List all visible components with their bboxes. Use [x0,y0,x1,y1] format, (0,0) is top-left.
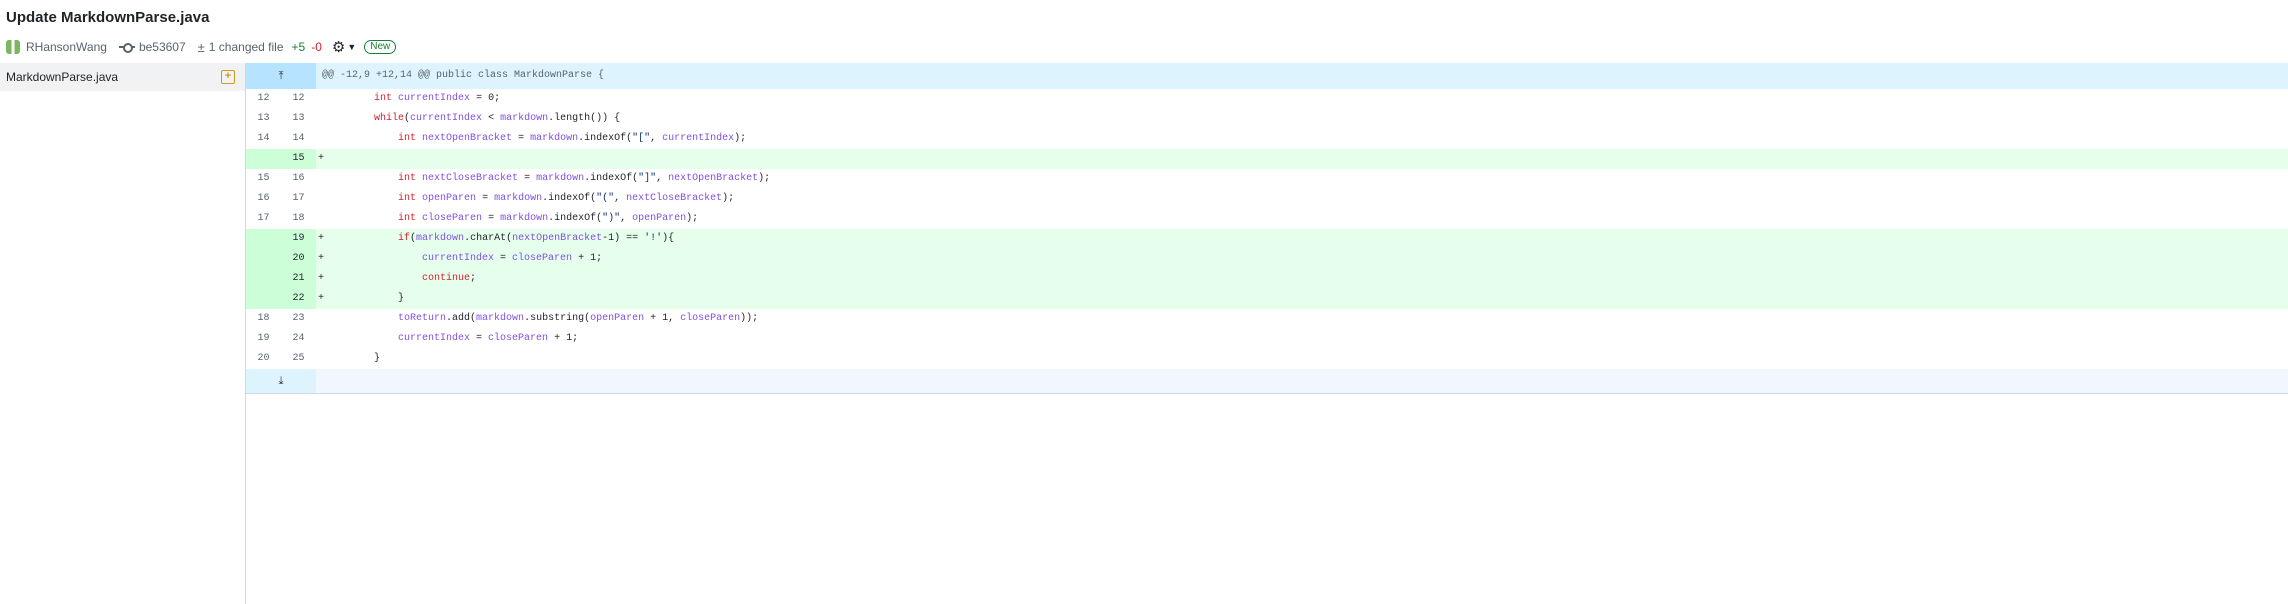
new-line-number[interactable]: 23 [281,309,316,329]
new-line-number[interactable]: 25 [281,349,316,369]
diff-marker [316,309,326,329]
diff-marker [316,349,326,369]
hunk-header: @@ -12,9 +12,14 @@ public class Markdown… [322,70,605,81]
diff-line-context: 13 13 while(currentIndex < markdown.lengt… [246,109,2288,129]
diff-view: ⤒ @@ -12,9 +12,14 @@ public class Markdo… [246,63,2288,394]
new-line-number[interactable]: 12 [281,89,316,109]
deletions-count: -0 [311,40,322,54]
additions-count: +5 [291,40,306,54]
chevron-down-icon[interactable]: ▼ [347,42,356,52]
hunk-header-row: ⤒ @@ -12,9 +12,14 @@ public class Markdo… [246,63,2288,89]
expand-down-icon[interactable]: ⤓ [246,369,316,393]
diff-marker [316,129,326,149]
old-line-number[interactable]: 17 [246,209,281,229]
old-line-number[interactable]: 13 [246,109,281,129]
code-line: if(markdown.charAt(nextOpenBracket-1) ==… [398,233,675,244]
author-link[interactable]: RHansonWang [26,40,107,54]
old-line-number[interactable] [246,269,281,289]
code-line: currentIndex = closeParen + 1; [398,333,579,344]
diff-line-context: 12 12 int currentIndex = 0; [246,89,2288,109]
old-line-number[interactable]: 15 [246,169,281,189]
new-line-number[interactable]: 18 [281,209,316,229]
diff-line-added: 21 + continue; [246,269,2288,289]
diff-line-context: 17 18 int closeParen = markdown.indexOf("… [246,209,2288,229]
old-line-number[interactable] [246,249,281,269]
code-line: int closeParen = markdown.indexOf(")", o… [398,213,699,224]
diff-line-context: 15 16 int nextCloseBracket = markdown.ind… [246,169,2288,189]
new-line-number[interactable]: 17 [281,189,316,209]
new-line-number[interactable]: 14 [281,129,316,149]
diff-marker: + [317,253,324,264]
commit-header: Update MarkdownParse.java RHansonWang be… [6,6,2276,60]
old-line-number[interactable]: 18 [246,309,281,329]
new-line-number[interactable]: 21 [281,269,316,289]
changed-files-count: 1 changed file [208,40,284,54]
old-line-number[interactable]: 16 [246,189,281,209]
diff-marker [316,189,326,209]
code-line: } [326,293,405,304]
old-line-number[interactable] [246,149,281,169]
code-line: while(currentIndex < markdown.length()) … [374,113,621,124]
diff-line-added: 19 + if(markdown.charAt(nextOpenBracket-1… [246,229,2288,249]
gear-icon[interactable]: ⚙ [332,38,345,56]
diff-marker [316,89,326,109]
page-title: Update MarkdownParse.java [6,9,210,26]
code-line: toReturn.add(markdown.substring(openPare… [398,313,759,324]
code-line: int openParen = markdown.indexOf("(", ne… [398,193,735,204]
file-tree-item-label: MarkdownParse.java [6,70,119,84]
old-line-number[interactable]: 20 [246,349,281,369]
commit-icon [118,41,135,53]
code-line: continue; [422,273,477,284]
diff-line-added: 20 + currentIndex = closeParen + 1; [246,249,2288,269]
code-line: currentIndex = closeParen + 1; [422,253,603,264]
diff-marker: + [317,273,324,284]
diff-marker: + [317,293,324,304]
code-line: int currentIndex = 0; [374,93,501,104]
file-tree-item[interactable]: MarkdownParse.java + [0,63,245,91]
new-line-number[interactable]: 20 [281,249,316,269]
new-line-number[interactable]: 19 [281,229,316,249]
file-added-icon: + [221,70,235,84]
file-diff-icon: ± [197,39,205,55]
old-line-number[interactable] [246,289,281,309]
new-line-number[interactable]: 13 [281,109,316,129]
file-tree-sidebar: MarkdownParse.java + [0,63,246,604]
old-line-number[interactable] [246,229,281,249]
diff-line-context: 16 17 int openParen = markdown.indexOf("(… [246,189,2288,209]
new-line-number[interactable]: 24 [281,329,316,349]
new-line-number[interactable]: 15 [281,149,316,169]
diff-line-added: 22 + } [246,289,2288,309]
expand-up-icon[interactable]: ⤒ [246,63,316,89]
diff-marker [316,169,326,189]
old-line-number[interactable]: 14 [246,129,281,149]
code-line: int nextOpenBracket = markdown.indexOf("… [398,133,747,144]
diff-marker: + [317,233,324,244]
diff-line-context: 18 23 toReturn.add(markdown.substring(ope… [246,309,2288,329]
diff-line-context: 20 25 } [246,349,2288,369]
avatar[interactable] [6,40,20,54]
diff-line-context: 19 24 currentIndex = closeParen + 1; [246,329,2288,349]
diff-marker [316,209,326,229]
new-line-number[interactable]: 16 [281,169,316,189]
diff-marker [316,329,326,349]
hunk-footer-row: ⤓ [246,369,2288,393]
diff-line-context: 14 14 int nextOpenBracket = markdown.inde… [246,129,2288,149]
hunk-footer-spacer [316,369,2288,393]
diff-line-added: 15 + [246,149,2288,169]
new-badge: New [364,40,397,54]
new-line-number[interactable]: 22 [281,289,316,309]
old-line-number[interactable]: 19 [246,329,281,349]
diff-divider [246,393,2288,394]
diff-marker: + [317,153,324,164]
code-line: int nextCloseBracket = markdown.indexOf(… [398,173,771,184]
commit-sha-link[interactable]: be53607 [139,40,186,54]
commit-meta: RHansonWang be53607 ± 1 changed file +5 … [6,34,2276,60]
diff-lines: 12 12 int currentIndex = 0; 13 13 while(cur… [246,89,2288,369]
diff-marker [316,109,326,129]
code-line: } [326,353,381,364]
old-line-number[interactable]: 12 [246,89,281,109]
